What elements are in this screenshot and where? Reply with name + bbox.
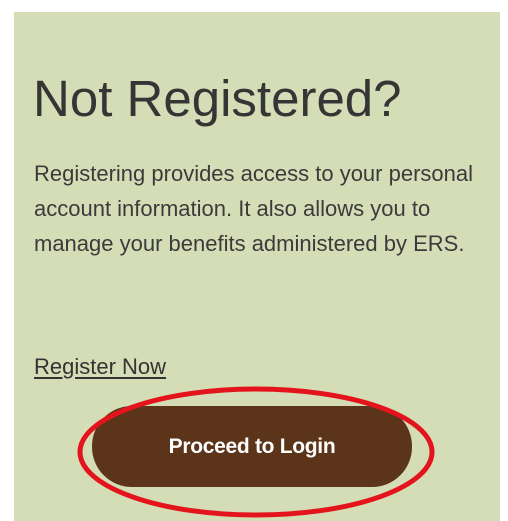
register-now-link[interactable]: Register Now [34, 352, 166, 382]
proceed-to-login-button[interactable]: Proceed to Login [92, 406, 412, 487]
card-title: Not Registered? [33, 70, 402, 127]
card-description: Registering provides access to your pers… [34, 161, 474, 256]
page: Not Registered? Registering provides acc… [0, 0, 508, 521]
